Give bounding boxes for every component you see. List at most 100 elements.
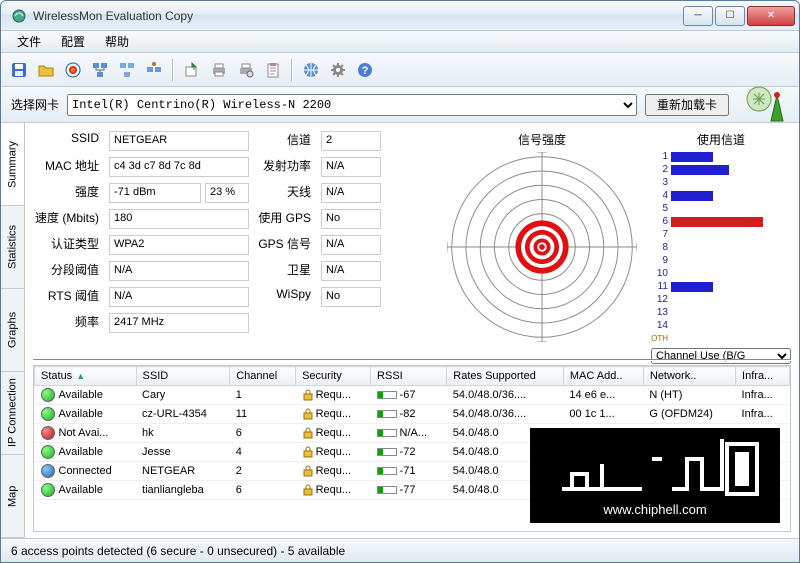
globe-icon[interactable] — [299, 58, 323, 82]
export-icon[interactable] — [180, 58, 204, 82]
auth-value: WPA2 — [109, 235, 249, 255]
network-icon-1[interactable] — [88, 58, 112, 82]
channel-row: 8 — [651, 241, 791, 254]
lock-icon — [302, 389, 314, 401]
status-text: 6 access points detected (6 secure - 0 u… — [11, 544, 345, 558]
lock-icon — [302, 427, 314, 439]
antenna-label: 天线 — [255, 183, 315, 203]
strength-label: 强度 — [33, 183, 103, 203]
rssi-bar-icon — [377, 448, 397, 456]
print-icon[interactable] — [207, 58, 231, 82]
rts-value: N/A — [109, 287, 249, 307]
channel-row: 9 — [651, 254, 791, 267]
panel-divider[interactable] — [33, 359, 791, 361]
wispy-value: No — [321, 287, 381, 307]
column-header[interactable]: Rates Supported — [447, 367, 564, 386]
help-icon[interactable]: ? — [353, 58, 377, 82]
table-row[interactable]: AvailableCary1Requ...-6754.0/48.0/36....… — [35, 386, 790, 405]
svg-text:?: ? — [362, 65, 369, 77]
print-config-icon[interactable] — [234, 58, 258, 82]
channel-title: 使用信道 — [651, 131, 791, 148]
column-header[interactable]: Security — [296, 367, 371, 386]
column-header[interactable]: Infra... — [736, 367, 790, 386]
channel-label: 信道 — [255, 131, 315, 151]
window-title: WirelessMon Evaluation Copy — [33, 9, 683, 23]
channel-row: 4 — [651, 189, 791, 202]
reload-button[interactable]: 重新加载卡 — [645, 94, 729, 116]
channel-row: 13 — [651, 306, 791, 319]
tab-graphs[interactable]: Graphs — [1, 289, 24, 372]
ssid-label: SSID — [33, 131, 103, 151]
info-grid: SSID NETGEAR 信道 2 MAC 地址 c4 3d c7 8d 7c … — [33, 131, 433, 353]
column-header[interactable]: RSSI — [371, 367, 447, 386]
gps-label: 使用 GPS — [255, 209, 315, 229]
lock-icon — [302, 484, 314, 496]
clipboard-icon[interactable] — [261, 58, 285, 82]
channel-row: 14 — [651, 319, 791, 332]
network-icon-3[interactable] — [142, 58, 166, 82]
minimize-button[interactable]: ─ — [683, 6, 713, 26]
menu-file[interactable]: 文件 — [7, 31, 51, 52]
gpssig-label: GPS 信号 — [255, 235, 315, 255]
radar-title: 信号强度 — [518, 131, 566, 148]
column-header[interactable]: MAC Add.. — [563, 367, 643, 386]
target-icon[interactable] — [61, 58, 85, 82]
channel-value: 2 — [321, 131, 381, 151]
menubar: 文件 配置 帮助 — [1, 31, 799, 53]
channel-row: 7 — [651, 228, 791, 241]
column-header[interactable]: SSID — [136, 367, 230, 386]
adapter-label: 选择网卡 — [11, 96, 59, 113]
channel-row: 12 — [651, 293, 791, 306]
tab-statistics[interactable]: Statistics — [1, 206, 24, 289]
tab-summary[interactable]: Summary — [1, 123, 24, 206]
channel-mode-select[interactable]: Channel Use (B/G — [651, 348, 791, 364]
network-icon-2[interactable] — [115, 58, 139, 82]
rssi-bar-icon — [377, 410, 397, 418]
menu-config[interactable]: 配置 — [51, 31, 95, 52]
toolbar: ? — [1, 53, 799, 87]
tab-ip-connection[interactable]: IP Connection — [1, 372, 24, 455]
rts-label: RTS 阈值 — [33, 287, 103, 307]
antenna-value: N/A — [321, 183, 381, 203]
save-icon[interactable] — [7, 58, 31, 82]
signal-radar: 信号强度 — [441, 131, 643, 353]
channel-row: 1 — [651, 150, 791, 163]
status-dot-icon — [41, 445, 55, 459]
column-header[interactable]: Network.. — [643, 367, 735, 386]
freq-label: 频率 — [33, 313, 103, 333]
freq-value: 2417 MHz — [109, 313, 249, 333]
adapter-select[interactable]: Intel(R) Centrino(R) Wireless-N 2200 — [67, 94, 637, 116]
close-button[interactable]: ✕ — [747, 6, 795, 26]
vertical-tabs: Summary Statistics Graphs IP Connection … — [1, 123, 25, 538]
app-window: WirelessMon Evaluation Copy ─ ☐ ✕ 文件 配置 … — [0, 0, 800, 563]
channel-oth-label: OTH — [651, 334, 671, 343]
status-dot-icon — [41, 388, 55, 402]
frag-label: 分段阈值 — [33, 261, 103, 281]
auth-label: 认证类型 — [33, 235, 103, 255]
statusbar: 6 access points detected (6 secure - 0 u… — [1, 538, 799, 562]
column-header[interactable]: Status▲ — [35, 367, 137, 386]
table-row[interactable]: Availablecz-URL-435411Requ...-8254.0/48.… — [35, 405, 790, 424]
speed-value: 180 — [109, 209, 249, 229]
tab-map[interactable]: Map — [1, 455, 24, 538]
rssi-bar-icon — [377, 467, 397, 475]
titlebar[interactable]: WirelessMon Evaluation Copy ─ ☐ ✕ — [1, 1, 799, 31]
sat-value: N/A — [321, 261, 381, 281]
channel-row: 2 — [651, 163, 791, 176]
mac-value: c4 3d c7 8d 7c 8d — [109, 157, 249, 177]
channel-row: 5 — [651, 202, 791, 215]
open-icon[interactable] — [34, 58, 58, 82]
ssid-value: NETGEAR — [109, 131, 249, 151]
gear-icon[interactable] — [326, 58, 350, 82]
watermark: www.chiphell.com — [530, 428, 780, 523]
mac-label: MAC 地址 — [33, 157, 103, 177]
column-header[interactable]: Channel — [230, 367, 296, 386]
lock-icon — [302, 446, 314, 458]
wispy-label: WiSpy — [255, 287, 315, 307]
maximize-button[interactable]: ☐ — [715, 6, 745, 26]
channel-row: 10 — [651, 267, 791, 280]
txpower-value: N/A — [321, 157, 381, 177]
ap-table: Status▲SSIDChannelSecurityRSSIRates Supp… — [33, 365, 791, 532]
menu-help[interactable]: 帮助 — [95, 31, 139, 52]
status-dot-icon — [41, 407, 55, 421]
